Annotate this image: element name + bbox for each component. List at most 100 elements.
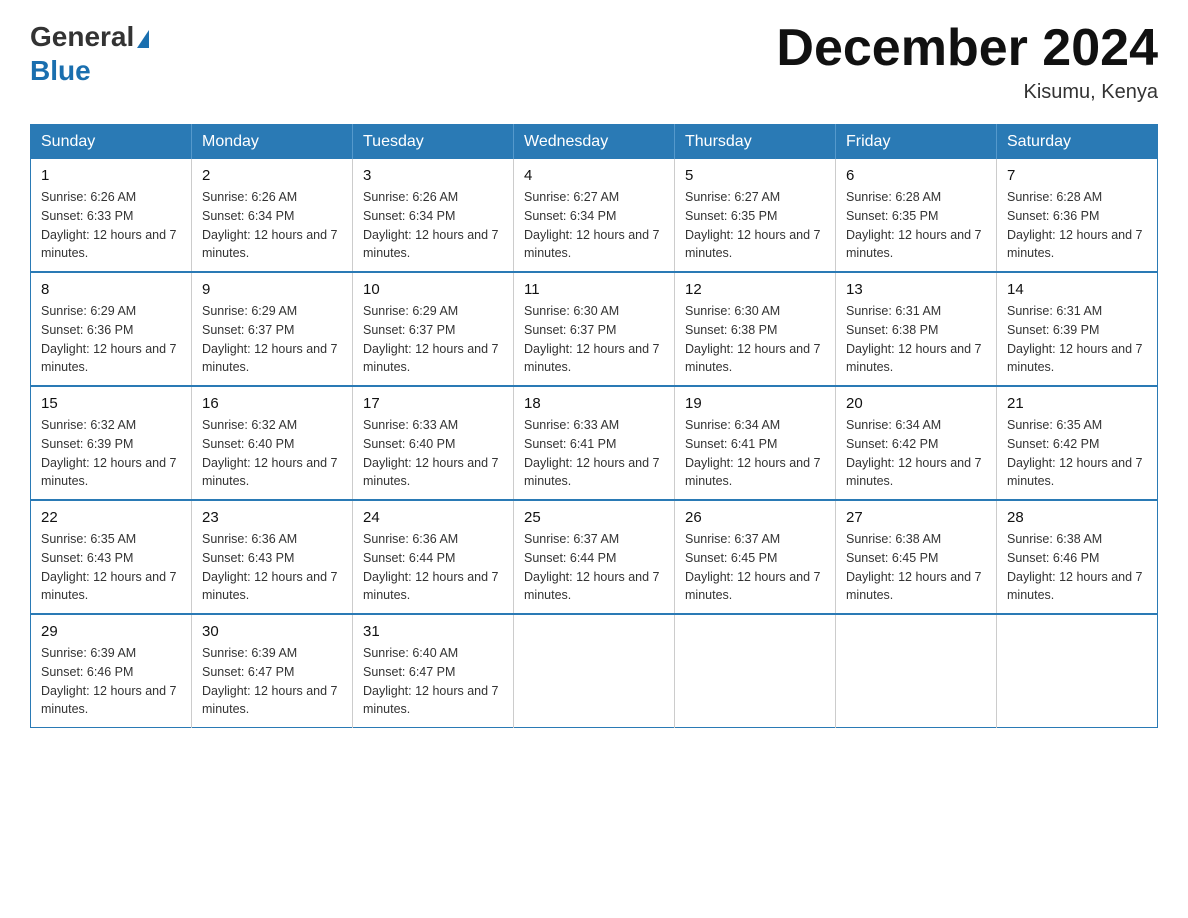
calendar-cell: 26 Sunrise: 6:37 AM Sunset: 6:45 PM Dayl… [675, 500, 836, 614]
calendar-cell: 6 Sunrise: 6:28 AM Sunset: 6:35 PM Dayli… [836, 159, 997, 272]
day-number: 1 [41, 167, 181, 184]
day-number: 9 [202, 281, 342, 298]
day-number: 17 [363, 395, 503, 412]
page-header: General Blue December 2024 Kisumu, Kenya [30, 20, 1158, 104]
calendar-cell: 31 Sunrise: 6:40 AM Sunset: 6:47 PM Dayl… [353, 614, 514, 728]
calendar-cell: 30 Sunrise: 6:39 AM Sunset: 6:47 PM Dayl… [192, 614, 353, 728]
day-number: 13 [846, 281, 986, 298]
day-info: Sunrise: 6:34 AM Sunset: 6:42 PM Dayligh… [846, 416, 986, 491]
day-info: Sunrise: 6:30 AM Sunset: 6:38 PM Dayligh… [685, 302, 825, 377]
day-number: 21 [1007, 395, 1147, 412]
calendar-cell: 1 Sunrise: 6:26 AM Sunset: 6:33 PM Dayli… [31, 159, 192, 272]
location: Kisumu, Kenya [776, 81, 1158, 104]
day-info: Sunrise: 6:28 AM Sunset: 6:35 PM Dayligh… [846, 188, 986, 263]
day-number: 24 [363, 509, 503, 526]
month-title: December 2024 [776, 20, 1158, 77]
day-number: 11 [524, 281, 664, 298]
day-number: 25 [524, 509, 664, 526]
day-info: Sunrise: 6:26 AM Sunset: 6:34 PM Dayligh… [202, 188, 342, 263]
day-info: Sunrise: 6:33 AM Sunset: 6:40 PM Dayligh… [363, 416, 503, 491]
day-info: Sunrise: 6:39 AM Sunset: 6:47 PM Dayligh… [202, 644, 342, 719]
day-info: Sunrise: 6:28 AM Sunset: 6:36 PM Dayligh… [1007, 188, 1147, 263]
day-info: Sunrise: 6:26 AM Sunset: 6:34 PM Dayligh… [363, 188, 503, 263]
calendar-cell: 7 Sunrise: 6:28 AM Sunset: 6:36 PM Dayli… [997, 159, 1158, 272]
calendar-cell: 12 Sunrise: 6:30 AM Sunset: 6:38 PM Dayl… [675, 272, 836, 386]
calendar-cell: 14 Sunrise: 6:31 AM Sunset: 6:39 PM Dayl… [997, 272, 1158, 386]
calendar-cell: 29 Sunrise: 6:39 AM Sunset: 6:46 PM Dayl… [31, 614, 192, 728]
day-info: Sunrise: 6:36 AM Sunset: 6:43 PM Dayligh… [202, 530, 342, 605]
day-number: 4 [524, 167, 664, 184]
calendar-cell: 3 Sunrise: 6:26 AM Sunset: 6:34 PM Dayli… [353, 159, 514, 272]
col-header-wednesday: Wednesday [514, 125, 675, 160]
day-number: 3 [363, 167, 503, 184]
calendar-table: SundayMondayTuesdayWednesdayThursdayFrid… [30, 124, 1158, 728]
day-info: Sunrise: 6:29 AM Sunset: 6:36 PM Dayligh… [41, 302, 181, 377]
day-info: Sunrise: 6:40 AM Sunset: 6:47 PM Dayligh… [363, 644, 503, 719]
logo-general-text: General [30, 20, 149, 54]
calendar-week-4: 22 Sunrise: 6:35 AM Sunset: 6:43 PM Dayl… [31, 500, 1158, 614]
calendar-week-3: 15 Sunrise: 6:32 AM Sunset: 6:39 PM Dayl… [31, 386, 1158, 500]
calendar-cell: 9 Sunrise: 6:29 AM Sunset: 6:37 PM Dayli… [192, 272, 353, 386]
calendar-cell [836, 614, 997, 728]
day-info: Sunrise: 6:31 AM Sunset: 6:38 PM Dayligh… [846, 302, 986, 377]
calendar-cell: 10 Sunrise: 6:29 AM Sunset: 6:37 PM Dayl… [353, 272, 514, 386]
calendar-cell: 20 Sunrise: 6:34 AM Sunset: 6:42 PM Dayl… [836, 386, 997, 500]
day-number: 8 [41, 281, 181, 298]
day-info: Sunrise: 6:34 AM Sunset: 6:41 PM Dayligh… [685, 416, 825, 491]
col-header-thursday: Thursday [675, 125, 836, 160]
calendar-cell: 2 Sunrise: 6:26 AM Sunset: 6:34 PM Dayli… [192, 159, 353, 272]
calendar-cell: 22 Sunrise: 6:35 AM Sunset: 6:43 PM Dayl… [31, 500, 192, 614]
day-info: Sunrise: 6:36 AM Sunset: 6:44 PM Dayligh… [363, 530, 503, 605]
col-header-tuesday: Tuesday [353, 125, 514, 160]
day-info: Sunrise: 6:39 AM Sunset: 6:46 PM Dayligh… [41, 644, 181, 719]
day-number: 26 [685, 509, 825, 526]
col-header-sunday: Sunday [31, 125, 192, 160]
day-info: Sunrise: 6:33 AM Sunset: 6:41 PM Dayligh… [524, 416, 664, 491]
day-info: Sunrise: 6:37 AM Sunset: 6:44 PM Dayligh… [524, 530, 664, 605]
day-number: 20 [846, 395, 986, 412]
col-header-friday: Friday [836, 125, 997, 160]
day-info: Sunrise: 6:27 AM Sunset: 6:35 PM Dayligh… [685, 188, 825, 263]
day-number: 16 [202, 395, 342, 412]
day-info: Sunrise: 6:26 AM Sunset: 6:33 PM Dayligh… [41, 188, 181, 263]
day-info: Sunrise: 6:32 AM Sunset: 6:39 PM Dayligh… [41, 416, 181, 491]
day-number: 15 [41, 395, 181, 412]
calendar-cell [997, 614, 1158, 728]
day-number: 6 [846, 167, 986, 184]
calendar-cell: 28 Sunrise: 6:38 AM Sunset: 6:46 PM Dayl… [997, 500, 1158, 614]
day-info: Sunrise: 6:35 AM Sunset: 6:42 PM Dayligh… [1007, 416, 1147, 491]
calendar-cell: 11 Sunrise: 6:30 AM Sunset: 6:37 PM Dayl… [514, 272, 675, 386]
day-number: 19 [685, 395, 825, 412]
day-info: Sunrise: 6:38 AM Sunset: 6:46 PM Dayligh… [1007, 530, 1147, 605]
day-info: Sunrise: 6:37 AM Sunset: 6:45 PM Dayligh… [685, 530, 825, 605]
day-info: Sunrise: 6:29 AM Sunset: 6:37 PM Dayligh… [363, 302, 503, 377]
calendar-cell: 25 Sunrise: 6:37 AM Sunset: 6:44 PM Dayl… [514, 500, 675, 614]
day-info: Sunrise: 6:27 AM Sunset: 6:34 PM Dayligh… [524, 188, 664, 263]
header-right: December 2024 Kisumu, Kenya [776, 20, 1158, 104]
day-number: 12 [685, 281, 825, 298]
calendar-cell: 5 Sunrise: 6:27 AM Sunset: 6:35 PM Dayli… [675, 159, 836, 272]
calendar-week-1: 1 Sunrise: 6:26 AM Sunset: 6:33 PM Dayli… [31, 159, 1158, 272]
day-number: 29 [41, 623, 181, 640]
calendar-cell: 19 Sunrise: 6:34 AM Sunset: 6:41 PM Dayl… [675, 386, 836, 500]
day-info: Sunrise: 6:29 AM Sunset: 6:37 PM Dayligh… [202, 302, 342, 377]
day-number: 22 [41, 509, 181, 526]
calendar-cell: 15 Sunrise: 6:32 AM Sunset: 6:39 PM Dayl… [31, 386, 192, 500]
calendar-cell [675, 614, 836, 728]
calendar-cell: 18 Sunrise: 6:33 AM Sunset: 6:41 PM Dayl… [514, 386, 675, 500]
col-header-monday: Monday [192, 125, 353, 160]
calendar-week-2: 8 Sunrise: 6:29 AM Sunset: 6:36 PM Dayli… [31, 272, 1158, 386]
day-number: 14 [1007, 281, 1147, 298]
calendar-cell: 21 Sunrise: 6:35 AM Sunset: 6:42 PM Dayl… [997, 386, 1158, 500]
header-row: SundayMondayTuesdayWednesdayThursdayFrid… [31, 125, 1158, 160]
calendar-cell [514, 614, 675, 728]
calendar-cell: 4 Sunrise: 6:27 AM Sunset: 6:34 PM Dayli… [514, 159, 675, 272]
day-number: 27 [846, 509, 986, 526]
calendar-cell: 24 Sunrise: 6:36 AM Sunset: 6:44 PM Dayl… [353, 500, 514, 614]
day-info: Sunrise: 6:38 AM Sunset: 6:45 PM Dayligh… [846, 530, 986, 605]
day-number: 30 [202, 623, 342, 640]
day-number: 31 [363, 623, 503, 640]
calendar-cell: 27 Sunrise: 6:38 AM Sunset: 6:45 PM Dayl… [836, 500, 997, 614]
day-number: 28 [1007, 509, 1147, 526]
day-number: 23 [202, 509, 342, 526]
